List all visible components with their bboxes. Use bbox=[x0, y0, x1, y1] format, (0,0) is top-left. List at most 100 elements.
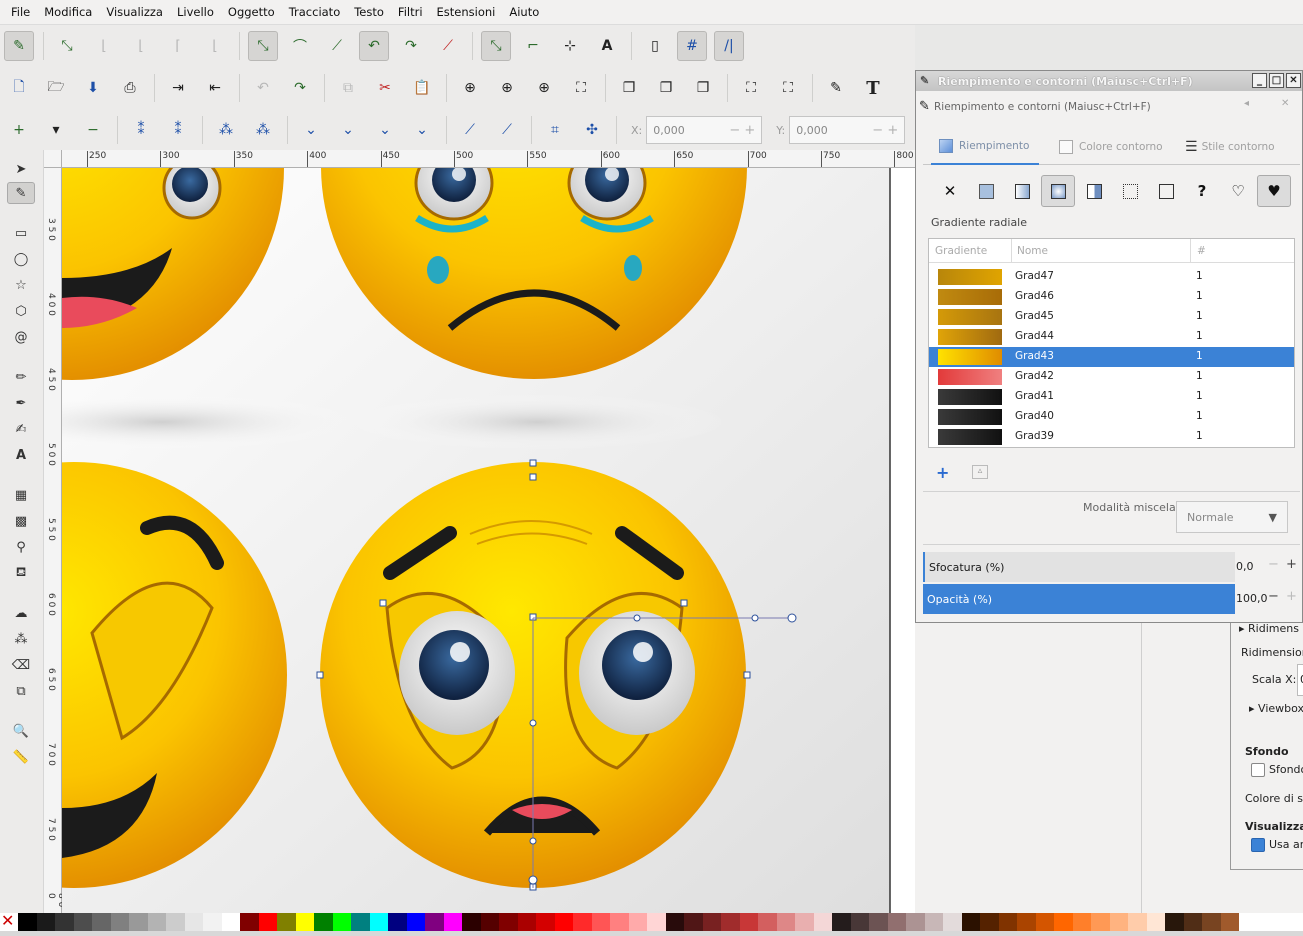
redo-icon[interactable]: ↷ bbox=[285, 73, 315, 103]
ellipse-tool-icon[interactable]: ◯ bbox=[7, 248, 35, 270]
color-swatch[interactable] bbox=[610, 913, 629, 931]
spiral-tool-icon[interactable]: @ bbox=[7, 326, 35, 348]
menu-aiuto[interactable]: Aiuto bbox=[502, 0, 546, 25]
blur-decrement[interactable]: − bbox=[1268, 557, 1279, 572]
auto-smooth-icon[interactable]: ↷ bbox=[396, 31, 426, 61]
scale-x-input[interactable]: 0 bbox=[1297, 664, 1303, 696]
fill-stroke-icon[interactable]: ✎ bbox=[821, 73, 851, 103]
color-swatch[interactable] bbox=[314, 913, 333, 931]
color-swatch[interactable] bbox=[425, 913, 444, 931]
color-swatch[interactable] bbox=[129, 913, 148, 931]
join-nodes-icon[interactable]: ⌊ bbox=[126, 31, 156, 61]
clone-icon[interactable]: ❐ bbox=[651, 73, 681, 103]
new-document-icon[interactable]: 🗋 bbox=[4, 73, 34, 103]
color-swatch[interactable] bbox=[684, 913, 703, 931]
star-tool-icon[interactable]: ☆ bbox=[7, 274, 35, 296]
import-icon[interactable]: ⇥ bbox=[163, 73, 193, 103]
color-swatch[interactable] bbox=[110, 913, 129, 931]
stroke-to-path-icon[interactable]: ✣ bbox=[577, 115, 607, 145]
color-swatch[interactable] bbox=[388, 913, 407, 931]
color-swatch[interactable] bbox=[1054, 913, 1073, 931]
menu-estensioni[interactable]: Estensioni bbox=[430, 0, 503, 25]
menu-testo[interactable]: Testo bbox=[347, 0, 391, 25]
3d-box-tool-icon[interactable]: ⬡ bbox=[7, 300, 35, 322]
ruler-corner-lock-icon[interactable] bbox=[44, 150, 62, 168]
tweak-tool-icon[interactable]: ☁ bbox=[7, 602, 35, 624]
snap-icon[interactable]: ⊹ bbox=[555, 31, 585, 61]
color-swatch[interactable] bbox=[536, 913, 555, 931]
color-swatch[interactable] bbox=[832, 913, 851, 931]
pencil-tool-icon[interactable]: ✏ bbox=[7, 366, 35, 388]
color-swatch[interactable] bbox=[1128, 913, 1147, 931]
minimize-button[interactable]: _ bbox=[1252, 73, 1267, 88]
menu-file[interactable]: File bbox=[4, 0, 37, 25]
color-swatch[interactable] bbox=[36, 913, 55, 931]
pattern-icon[interactable] bbox=[1113, 175, 1147, 207]
color-swatch[interactable] bbox=[776, 913, 795, 931]
remove-node-icon[interactable]: − bbox=[78, 115, 108, 145]
show-handles-icon[interactable]: ⤡ bbox=[248, 30, 278, 61]
page-toggle-icon[interactable]: ▯ bbox=[640, 31, 670, 61]
node-tool-toggle-icon[interactable]: ✎ bbox=[4, 30, 34, 61]
dropdown-chevron-icon[interactable]: ▾ bbox=[41, 115, 71, 145]
color-swatch[interactable] bbox=[443, 913, 462, 931]
color-swatch[interactable] bbox=[961, 913, 980, 931]
color-swatch[interactable] bbox=[758, 913, 777, 931]
color-swatch[interactable] bbox=[1146, 913, 1165, 931]
break-path-icon[interactable]: ⁑ bbox=[163, 115, 193, 145]
selector-tool-icon[interactable]: ➤ bbox=[7, 158, 35, 180]
color-swatch[interactable] bbox=[647, 913, 666, 931]
gradient-row[interactable]: Grad47 1 bbox=[929, 267, 1294, 287]
measure-tool-icon[interactable]: 📏 bbox=[7, 746, 35, 768]
color-swatch[interactable] bbox=[554, 913, 573, 931]
color-swatch[interactable] bbox=[240, 913, 259, 931]
cut-icon[interactable]: ✂ bbox=[370, 73, 400, 103]
maximize-button[interactable]: □ bbox=[1269, 73, 1284, 88]
color-swatch[interactable] bbox=[721, 913, 740, 931]
unset-paint-icon[interactable]: ? bbox=[1185, 175, 1219, 207]
add-gradient-icon[interactable]: + bbox=[936, 463, 949, 482]
text-tool-icon[interactable]: A bbox=[7, 444, 35, 466]
col-gradient[interactable]: Gradiente bbox=[935, 245, 987, 257]
resize-expander[interactable]: ▸ Ridimens bbox=[1239, 622, 1299, 635]
menu-filtri[interactable]: Filtri bbox=[391, 0, 430, 25]
color-swatch[interactable] bbox=[18, 913, 37, 931]
break-node-icon[interactable]: ⌈ bbox=[163, 31, 193, 61]
opacity-increment[interactable]: + bbox=[1286, 589, 1297, 604]
color-swatch[interactable] bbox=[1091, 913, 1110, 931]
color-swatch[interactable] bbox=[795, 913, 814, 931]
tab-fill[interactable]: Riempimento bbox=[931, 129, 1039, 165]
blur-value[interactable]: 0,0 bbox=[1236, 560, 1254, 573]
menu-visualizza[interactable]: Visualizza bbox=[99, 0, 170, 25]
color-swatch[interactable] bbox=[906, 913, 925, 931]
color-swatch[interactable] bbox=[221, 913, 240, 931]
gradient-row[interactable]: Grad40 1 bbox=[929, 407, 1294, 427]
color-swatch[interactable] bbox=[295, 913, 314, 931]
zoom-page-icon[interactable]: ⊕ bbox=[529, 73, 559, 103]
color-swatch[interactable] bbox=[55, 913, 74, 931]
make-auto-smooth-icon[interactable]: ⌄ bbox=[407, 115, 437, 145]
color-swatch[interactable] bbox=[462, 913, 481, 931]
unlink-clone-icon[interactable]: ❐ bbox=[688, 73, 718, 103]
color-swatch[interactable] bbox=[184, 913, 203, 931]
color-swatch[interactable] bbox=[1202, 913, 1221, 931]
export-icon[interactable]: ⇤ bbox=[200, 73, 230, 103]
color-swatch[interactable] bbox=[665, 913, 684, 931]
make-smooth-icon[interactable]: ⌄ bbox=[333, 115, 363, 145]
gradient-row[interactable]: Grad45 1 bbox=[929, 307, 1294, 327]
color-swatch[interactable] bbox=[980, 913, 999, 931]
color-swatch[interactable] bbox=[166, 913, 185, 931]
color-swatch[interactable] bbox=[369, 913, 388, 931]
make-cusp-icon[interactable]: ⌄ bbox=[296, 115, 326, 145]
linear-gradient-icon[interactable] bbox=[1005, 175, 1039, 207]
paste-icon[interactable]: 📋 bbox=[407, 73, 437, 103]
delete-node-icon[interactable]: ⌊ bbox=[89, 31, 119, 61]
delete-segment-icon[interactable]: ⁂ bbox=[248, 115, 278, 145]
color-swatch[interactable] bbox=[887, 913, 906, 931]
swatch-icon[interactable] bbox=[1149, 175, 1183, 207]
make-curve-icon[interactable]: ⟋ bbox=[492, 115, 522, 145]
show-path-outline-icon[interactable]: ⤡ bbox=[481, 30, 511, 61]
color-swatch[interactable] bbox=[332, 913, 351, 931]
line-segment-icon[interactable]: ⟋ bbox=[433, 31, 463, 61]
drawing-canvas[interactable] bbox=[62, 168, 915, 913]
